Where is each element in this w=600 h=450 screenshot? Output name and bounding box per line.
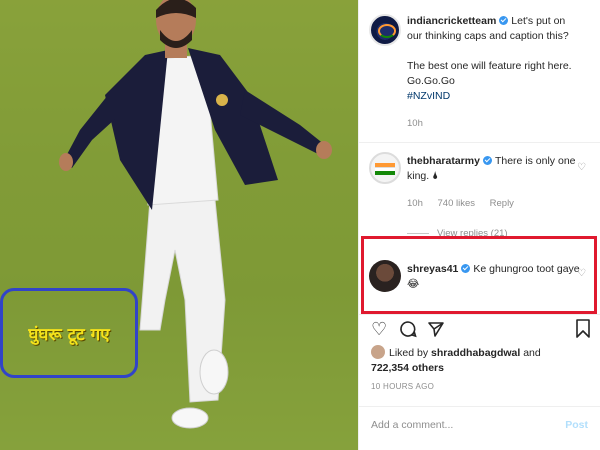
post-photo: घुंघरू टूट गए — [0, 0, 358, 450]
verified-badge-icon — [461, 264, 471, 273]
liked-by: Liked by shraddhabagdwal and 722,354 oth… — [371, 345, 593, 376]
player-illustration — [0, 0, 358, 450]
caption-overlay-box: घुंघरू टूट गए — [0, 288, 138, 378]
post-timestamp: 10 HOURS AGO — [371, 382, 435, 391]
post-button[interactable]: Post — [565, 419, 588, 431]
author-username[interactable]: indiancricketteam — [407, 15, 496, 27]
heart-icon[interactable]: ♡ — [371, 318, 387, 340]
liked-by-others[interactable]: 722,354 others — [371, 362, 444, 374]
hashtag-link[interactable]: #NZvIND — [407, 89, 583, 104]
liked-by-prefix: Liked by — [389, 347, 429, 359]
verified-badge-icon — [482, 156, 492, 165]
commenter-avatar[interactable] — [369, 260, 401, 292]
add-comment-input[interactable]: Add a comment... — [371, 419, 453, 431]
reply-button[interactable]: Reply — [490, 198, 514, 209]
comment-time: 10h — [407, 198, 423, 209]
comment-likes[interactable]: 740 likes — [438, 198, 476, 209]
verified-badge-icon — [499, 16, 509, 25]
post-side-panel: indiancricketteam Let's put on our thinki… — [358, 0, 600, 450]
divider — [359, 142, 600, 143]
liked-by-and: and — [523, 347, 541, 359]
comment-meta: 10h 740 likes Reply — [407, 196, 583, 211]
post-caption: indiancricketteam Let's put on our thinki… — [407, 14, 583, 131]
comment-item: shreyas41 Ke ghungroo toot gaye 😂 — [407, 262, 583, 292]
caption-time: 10h — [407, 118, 423, 129]
share-icon[interactable] — [427, 320, 445, 338]
bookmark-icon[interactable] — [575, 319, 591, 339]
caption-meta: 10h — [407, 116, 583, 131]
author-avatar[interactable] — [369, 14, 401, 46]
divider — [359, 314, 600, 315]
comment-like-heart-icon[interactable]: ♡ — [577, 162, 586, 173]
comment-username[interactable]: thebharatarmy — [407, 155, 480, 167]
divider — [359, 406, 600, 407]
commenter-avatar[interactable] — [369, 152, 401, 184]
liker-avatar[interactable] — [371, 345, 385, 359]
comment-item: thebharatarmy There is only one king. 🌢 1… — [407, 154, 583, 211]
liker-username[interactable]: shraddhabagdwal — [431, 347, 520, 359]
caption-line-2: The best one will feature right here. Go… — [407, 60, 572, 87]
action-bar: ♡ — [371, 318, 593, 340]
comment-username[interactable]: shreyas41 — [407, 263, 458, 275]
comment-icon[interactable] — [399, 320, 417, 338]
caption-overlay-text: घुंघरू टूट गए — [28, 324, 110, 345]
comment-like-heart-icon[interactable]: ♡ — [577, 268, 586, 279]
